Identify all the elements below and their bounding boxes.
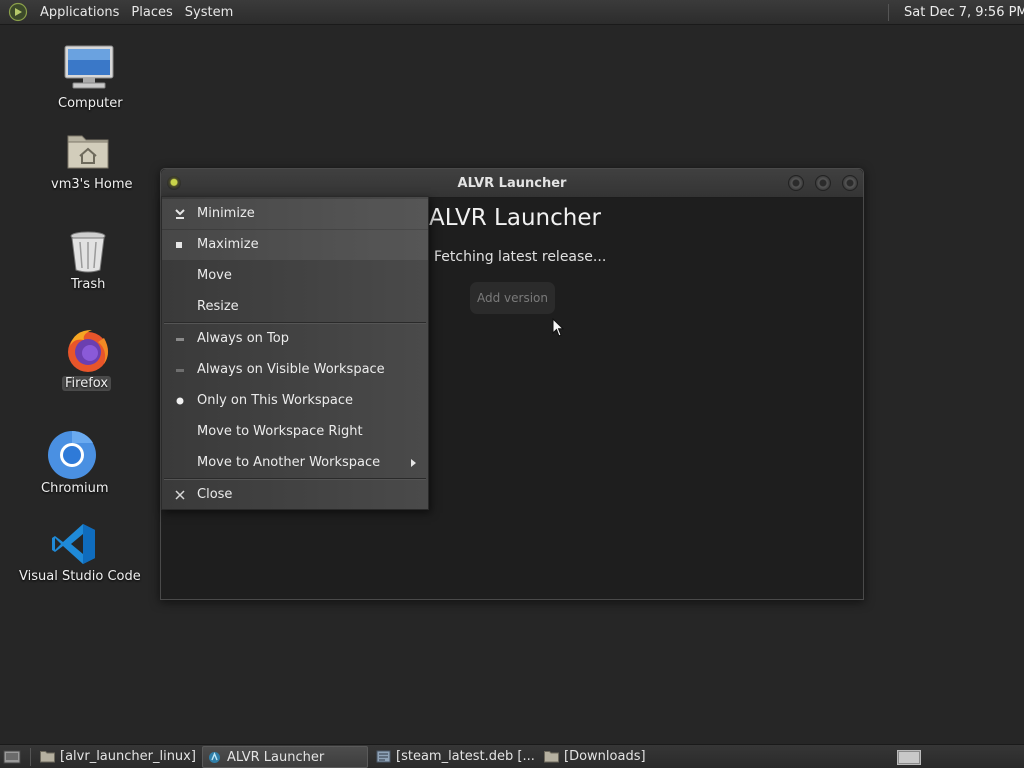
bottom-panel: [alvr_launcher_linux] ALVR Launcher [ste… [0, 744, 1024, 768]
checkbox-icon [176, 338, 184, 341]
menu-item-move-another-workspace[interactable]: Move to Another Workspace [162, 448, 428, 478]
desktop-icon-label: Trash [71, 277, 106, 292]
menu-item-label: Move [197, 268, 232, 283]
desktop-icon-label: Visual Studio Code [19, 569, 141, 584]
desktop-icon-label: Computer [58, 96, 123, 111]
menu-item-label: Always on Visible Workspace [197, 362, 385, 377]
desktop-icon-trash[interactable]: Trash [58, 228, 118, 296]
taskbar-item-label: [Downloads] [564, 749, 646, 764]
add-version-button[interactable]: Add version [470, 282, 555, 314]
taskbar-item-label: [steam_latest.deb [... [396, 749, 535, 764]
taskbar-item-label: ALVR Launcher [227, 750, 325, 765]
taskbar-item-label: [alvr_launcher_linux] [60, 749, 196, 764]
menu-item-resize[interactable]: Resize [162, 292, 428, 322]
folder-icon [40, 751, 55, 763]
trash-icon [70, 231, 106, 273]
menu-item-label: Resize [197, 299, 239, 314]
menu-item-maximize[interactable]: Maximize [162, 230, 428, 260]
vscode-icon [52, 524, 95, 564]
menu-item-label: Only on This Workspace [197, 393, 353, 408]
window-maximize-button[interactable] [815, 175, 831, 191]
window-close-button[interactable] [842, 175, 858, 191]
alvr-icon [209, 752, 220, 763]
mouse-cursor-icon [552, 318, 565, 337]
window-context-menu: Minimize Maximize Move Resize Always on … [161, 196, 429, 510]
applications-menu[interactable]: Applications [34, 0, 125, 25]
firefox-icon [68, 330, 108, 372]
menu-item-close[interactable]: Close [162, 480, 428, 510]
submenu-arrow-icon [411, 459, 416, 467]
window-minimize-button[interactable] [788, 175, 804, 191]
menu-item-label: Move to Workspace Right [197, 424, 363, 439]
menu-item-label: Always on Top [197, 331, 289, 346]
minimize-icon [175, 209, 185, 219]
app-heading: ALVR Launcher [429, 205, 601, 231]
desktop-icon-home[interactable]: vm3's Home [48, 128, 133, 196]
desktop-icon-computer[interactable]: Computer [50, 44, 130, 116]
taskbar-item-alvr-launcher-linux[interactable]: [alvr_launcher_linux] [36, 746, 196, 768]
workspace-switcher-active[interactable] [899, 752, 919, 763]
desktop-icon-chromium[interactable]: Chromium [38, 430, 109, 498]
package-icon [376, 750, 391, 763]
menu-item-minimize[interactable]: Minimize [162, 199, 428, 229]
taskbar-separator [30, 748, 31, 766]
menu-item-label: Move to Another Workspace [197, 455, 381, 470]
menu-item-label: Maximize [197, 237, 259, 252]
desktop-icon-label: Firefox [62, 376, 112, 391]
folder-icon [544, 751, 559, 763]
maximize-icon [176, 242, 182, 248]
places-menu[interactable]: Places [125, 0, 178, 25]
menu-item-always-on-top[interactable]: Always on Top [162, 324, 428, 354]
menu-item-move[interactable]: Move [162, 261, 428, 291]
radio-icon [176, 369, 184, 372]
desktop-icon-vscode[interactable]: Visual Studio Code [18, 520, 141, 588]
menu-item-always-visible-workspace[interactable]: Always on Visible Workspace [162, 355, 428, 385]
chromium-icon [48, 430, 96, 479]
radio-selected-icon [176, 397, 184, 405]
desktop-icon-label: Chromium [41, 481, 109, 496]
home-folder-icon [67, 135, 109, 169]
top-panel: Applications Places System Sat Dec 7, 9:… [0, 0, 1024, 25]
desktop-icon-label: vm3's Home [51, 177, 133, 192]
panel-separator [888, 4, 889, 21]
menu-item-label: Minimize [197, 206, 255, 221]
status-text: Fetching latest release... [434, 249, 607, 265]
system-menu[interactable]: System [179, 0, 239, 25]
close-icon [175, 490, 185, 500]
taskbar-item-alvr-launcher[interactable]: ALVR Launcher [202, 746, 368, 768]
taskbar-item-downloads[interactable]: [Downloads] [540, 746, 706, 768]
window-title: ALVR Launcher [457, 176, 567, 191]
menu-item-only-this-workspace[interactable]: Only on This Workspace [162, 386, 428, 416]
show-desktop-icon[interactable] [2, 747, 22, 767]
window-titlebar[interactable]: ALVR Launcher [161, 169, 863, 198]
taskbar-item-steam-latest-deb[interactable]: [steam_latest.deb [... [372, 746, 538, 768]
applications-logo-icon[interactable] [8, 2, 28, 22]
menu-item-label: Close [197, 487, 233, 502]
computer-icon [64, 45, 114, 89]
menu-item-move-workspace-right[interactable]: Move to Workspace Right [162, 417, 428, 447]
clock[interactable]: Sat Dec 7, 9:56 PM [904, 0, 1024, 25]
desktop-icon-firefox[interactable]: Firefox [58, 326, 122, 396]
